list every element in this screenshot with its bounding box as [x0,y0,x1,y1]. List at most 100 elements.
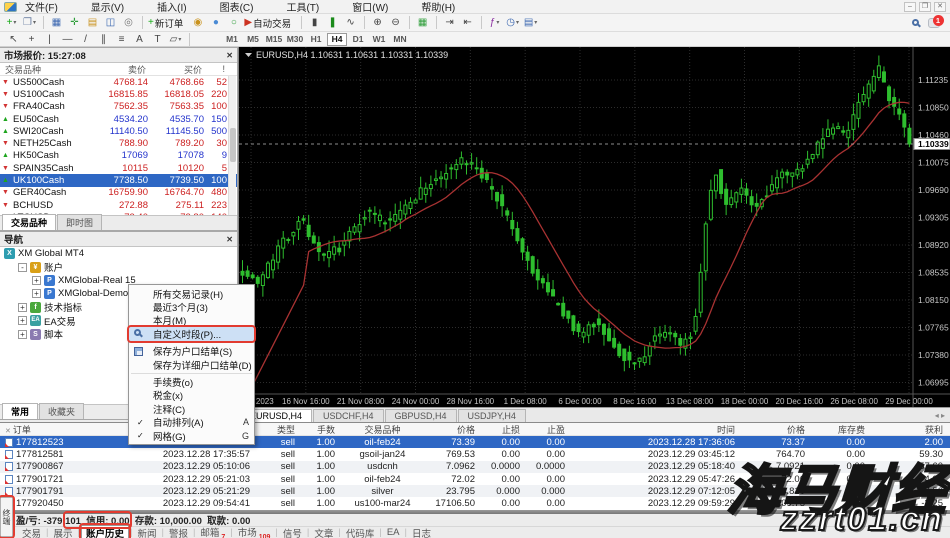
menu-item-5[interactable]: 窗口(W) [352,3,388,14]
tree-expander-icon[interactable]: + [32,276,41,285]
terminal-tab-6[interactable]: 市场 109 [234,525,275,538]
context-menu-item[interactable]: 保存为户口结单(S) [129,345,254,358]
new-chart-icon[interactable]: +▾ [3,15,20,30]
navigator-item[interactable]: XXM Global MT4 [0,247,237,260]
templates-icon[interactable]: ▤▾ [522,15,539,30]
context-menu-item[interactable]: 自定义时段(P)... [129,327,254,340]
equidistant-channel-icon[interactable]: ∥ [95,32,112,47]
menu-item-3[interactable]: 图表(C) [220,3,254,14]
timeframe-MN[interactable]: MN [390,33,410,46]
market-watch-row[interactable]: ▲HK50Cash17069170789 [0,150,237,162]
tree-expander-icon[interactable]: + [18,330,27,339]
market-watch-row[interactable]: ▼SPAIN35Cash10115101205 [0,162,237,174]
cursor-icon[interactable]: ↖ [5,32,22,47]
timeframe-M5[interactable]: M5 [243,33,263,46]
market-watch-row[interactable]: ▼US500Cash4768.144768.6652 [0,76,237,88]
tree-expander-icon[interactable]: - [18,263,27,272]
navigator-close-icon[interactable]: ✕ [226,235,233,244]
market-watch-row[interactable]: ▼GER40Cash16759.9016764.70480 [0,187,237,199]
strategy-tester-icon[interactable]: ◎ [120,15,137,30]
market-watch-row[interactable]: ▲UK100Cash7738.507739.50100 [0,174,237,186]
chart-shift-icon[interactable]: ⇤ [459,15,476,30]
menu-item-4[interactable]: 工具(T) [286,3,319,14]
tile-windows-icon[interactable]: ▦ [414,15,431,30]
fibonacci-icon[interactable]: ≡ [113,32,130,47]
navigator-item[interactable]: -¥账户 [0,260,237,273]
chart-tab[interactable]: GBPUSD,H4 [385,409,457,422]
deposit-icon[interactable]: ◉ [189,15,206,30]
notifications-icon[interactable]: 1 [925,15,942,30]
terminal-tab-8[interactable]: 文章 [310,526,337,538]
chart-tab[interactable]: USDJPY,H4 [458,409,526,422]
terminal-tab-2[interactable]: 账户历史 [81,525,129,538]
vertical-line-icon[interactable]: | [41,32,58,47]
terminal-tab-3[interactable]: 新闻 [133,526,160,538]
zoom-in-icon[interactable]: ⊕ [369,15,386,30]
candlestick-chart-icon[interactable]: ❚ [324,15,341,30]
market-watch-row[interactable]: ▲SWI20Cash11140.5011145.50500 [0,125,237,137]
crosshair-icon[interactable]: + [23,32,40,47]
terminal-tab-5[interactable]: 邮箱 7 [196,525,229,538]
timeframe-H1[interactable]: H1 [306,33,326,46]
restore-button[interactable]: ❐ [919,2,931,12]
history-row[interactable]: 1779204502023.12.29 09:54:41sell1.00us10… [0,497,950,509]
line-chart-icon[interactable]: ∿ [342,15,359,30]
history-row[interactable]: 1778125812023.12.28 17:35:57sell1.00gsoi… [0,448,950,460]
tree-expander-icon[interactable]: + [18,303,27,312]
zoom-out-icon[interactable]: ⊖ [387,15,404,30]
chart-tab[interactable]: USDCHF,H4 [313,409,384,422]
timeframe-W1[interactable]: W1 [369,33,389,46]
context-menu-item[interactable]: ✓自动排列(A)A [129,416,254,429]
menu-item-2[interactable]: 插入(I) [157,3,186,14]
auto-scroll-icon[interactable]: ⇥ [441,15,458,30]
profiles-icon[interactable]: ❐▾ [21,15,38,30]
market-watch-row[interactable]: ▲EU50Cash4534.204535.70150 [0,113,237,125]
community-icon[interactable]: ● [207,15,224,30]
context-menu-item[interactable]: ✓网格(G)G [129,429,254,442]
history-row[interactable]: 1779017912023.12.29 05:21:29sell1.00silv… [0,485,950,497]
menu-item-1[interactable]: 显示(V) [91,3,124,14]
terminal-vertical-tab[interactable]: 终端 [0,497,13,537]
terminal-panel-icon[interactable]: ◫ [102,15,119,30]
terminal-tab-4[interactable]: 警报 [165,526,192,538]
timeframe-M30[interactable]: M30 [285,33,305,46]
history-close-icon[interactable]: ✕ [5,428,13,435]
menu-item-6[interactable]: 帮助(H) [421,3,455,14]
indicators-icon[interactable]: ƒ▾ [486,15,503,30]
chart-tabs-scroll-icons[interactable]: ◂ ▸ [935,411,950,420]
tree-expander-icon[interactable]: + [32,289,41,298]
close-button[interactable]: ✕ [934,2,946,12]
navigator-tab[interactable]: 常用 [2,403,38,419]
market-watch-tab[interactable]: 交易品种 [2,214,56,230]
chart-canvas[interactable]: 1.112351.108501.104601.100751.096901.093… [239,47,950,407]
timeframe-M1[interactable]: M1 [222,33,242,46]
timeframe-H4[interactable]: H4 [327,33,347,46]
bar-chart-icon[interactable]: ▮ [306,15,323,30]
text-label-icon[interactable]: T [149,32,166,47]
market-watch-row[interactable]: ▼FRA40Cash7562.357563.35100 [0,101,237,113]
horizontal-line-icon[interactable]: — [59,32,76,47]
text-icon[interactable]: A [131,32,148,47]
market-watch-row[interactable]: ▼US100Cash16815.8516818.05220 [0,88,237,100]
timeframe-M15[interactable]: M15 [264,33,284,46]
market-watch-row[interactable]: ▼NETH25Cash788.90789.2030 [0,137,237,149]
market-watch-tab[interactable]: 即时图 [57,214,102,230]
shapes-icon[interactable]: ▱▾ [167,32,184,47]
navigator-tab[interactable]: 收藏夹 [39,403,84,419]
auto-trading-icon[interactable]: ▶自动交易 [243,15,296,30]
terminal-tab-10[interactable]: EA [383,527,404,538]
minimize-button[interactable]: – [904,2,916,12]
terminal-tab-7[interactable]: 信号 [279,526,306,538]
terminal-tab-9[interactable]: 代码库 [342,526,379,538]
menu-item-0[interactable]: 文件(F) [25,3,58,14]
navigator-panel-icon[interactable]: ▤ [84,15,101,30]
website-icon[interactable]: ○ [225,15,242,30]
terminal-tab-0[interactable]: 交易 [18,526,45,538]
timeframe-D1[interactable]: D1 [348,33,368,46]
context-menu-item[interactable]: 本月(M) [129,314,254,327]
context-menu-item[interactable]: 注释(C) [129,402,254,415]
market-watch-row[interactable]: ▼BCHUSD272.88275.11223 [0,199,237,211]
context-menu-item[interactable]: 所有交易记录(H) [129,287,254,300]
history-row[interactable]: 1779008672023.12.29 05:10:06sell1.00usdc… [0,461,950,473]
market-watch-scrollbar[interactable] [228,76,236,215]
